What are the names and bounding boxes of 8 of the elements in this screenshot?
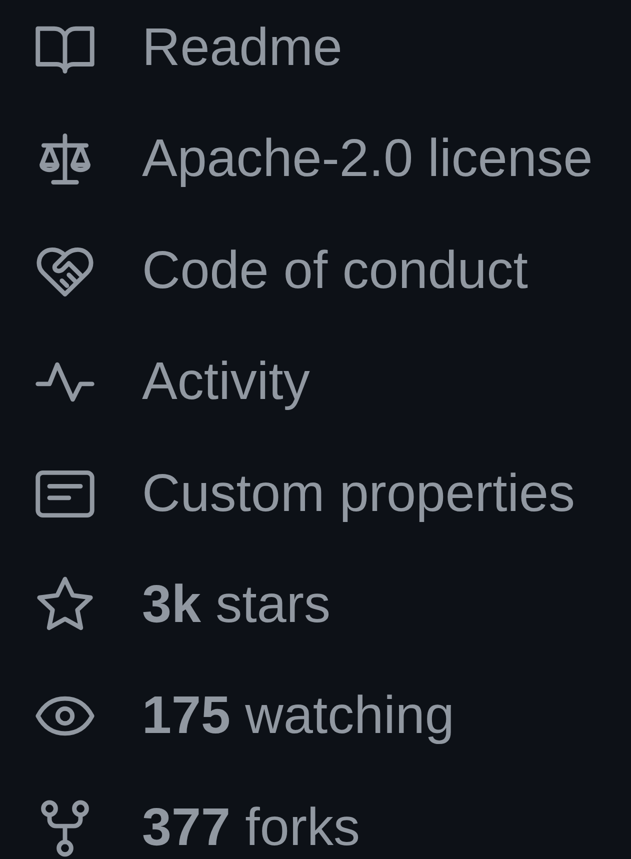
readme-link[interactable]: Readme: [142, 18, 342, 78]
activity-link[interactable]: Activity: [142, 352, 310, 412]
code-of-conduct-link[interactable]: Code of conduct: [142, 240, 528, 301]
watchers-link[interactable]: 175 watching: [142, 686, 454, 746]
license-link[interactable]: Apache-2.0 license: [142, 129, 593, 190]
custom-properties-link[interactable]: Custom properties: [142, 464, 576, 524]
forks-link[interactable]: 377 forks: [142, 798, 360, 858]
stars-link[interactable]: 3k stars: [142, 574, 331, 635]
